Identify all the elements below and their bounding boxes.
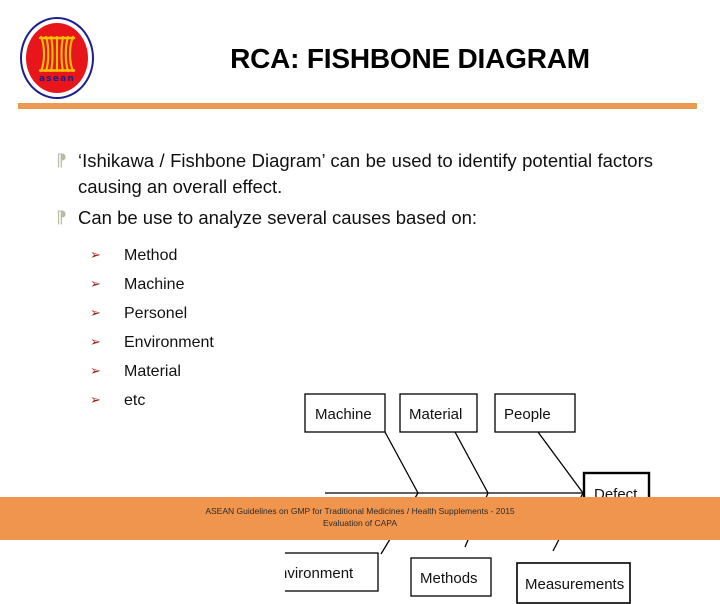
- bullet-text: Can be use to analyze several causes bas…: [78, 207, 478, 228]
- content-body: ⁋ ‘Ishikawa / Fishbone Diagram’ can be u…: [0, 112, 720, 604]
- cause-box-people: People: [494, 393, 576, 433]
- list-item-label: etc: [124, 392, 146, 409]
- bullet-text: ‘Ishikawa / Fishbone Diagram’ can be use…: [78, 150, 653, 197]
- slide-footer: ASEAN Guidelines on GMP for Traditional …: [0, 497, 720, 540]
- list-item-label: Environment: [124, 334, 214, 351]
- arrow-bullet-icon: ➢: [90, 277, 101, 292]
- footer-line-primary: ASEAN Guidelines on GMP for Traditional …: [205, 506, 515, 516]
- logo-wordmark: asean: [38, 74, 75, 84]
- list-item: ➢ Personel: [90, 302, 305, 331]
- arrow-bullet-icon: ➢: [90, 335, 101, 350]
- rice-sheaf-icon: [38, 35, 76, 73]
- cause-box-methods: Methods: [410, 557, 492, 597]
- list-item-label: Machine: [124, 276, 185, 293]
- asean-logo: asean: [20, 17, 98, 103]
- list-item: ➢ etc: [90, 389, 305, 418]
- list-item: ➢ Environment: [90, 331, 305, 360]
- arrow-bullet-icon: ➢: [90, 364, 101, 379]
- bullet-marker-icon: ⁋: [56, 208, 67, 228]
- cause-label: Measurements: [525, 576, 624, 593]
- list-item: ➢ Method: [90, 244, 305, 273]
- bullet-marker-icon: ⁋: [56, 151, 67, 171]
- arrow-bullet-icon: ➢: [90, 306, 101, 321]
- page-title: RCA: FISHBONE DIAGRAM: [230, 43, 590, 74]
- list-item-label: Material: [124, 363, 181, 380]
- list-item: ➢ Machine: [90, 273, 305, 302]
- cause-box-material: Material: [399, 393, 478, 433]
- cause-label: Machine: [315, 406, 372, 423]
- bullet-item: ⁋ Can be use to analyze several causes b…: [56, 205, 656, 231]
- cause-box-environment: Environment: [285, 552, 379, 592]
- cause-label: Environment: [285, 565, 354, 582]
- arrow-bullet-icon: ➢: [90, 393, 101, 408]
- arrow-bullet-icon: ➢: [90, 248, 101, 263]
- cause-label: Methods: [420, 570, 478, 587]
- cause-box-machine: Machine: [304, 393, 386, 433]
- bullet-item: ⁋ ‘Ishikawa / Fishbone Diagram’ can be u…: [56, 148, 656, 200]
- cause-label: Material: [409, 406, 462, 423]
- cause-box-measurements: Measurements: [516, 562, 631, 604]
- footer-line-secondary: Evaluation of CAPA: [322, 518, 398, 528]
- list-item-label: Method: [124, 247, 178, 264]
- footer-text: ASEAN Guidelines on GMP for Traditional …: [0, 505, 720, 529]
- list-item-label: Personel: [124, 305, 188, 322]
- fishbone-diagram-image: Machine Material People Defect Environme…: [285, 380, 685, 604]
- header-divider-bar: [18, 103, 697, 109]
- cause-label: People: [504, 406, 551, 423]
- list-item: ➢ Material: [90, 360, 305, 389]
- slide-header: asean RCA: FISHBONE DIAGRAM: [0, 0, 720, 110]
- sub-bullet-list: ➢ Method ➢ Machine ➢ Personel ➢ Environm…: [90, 244, 305, 418]
